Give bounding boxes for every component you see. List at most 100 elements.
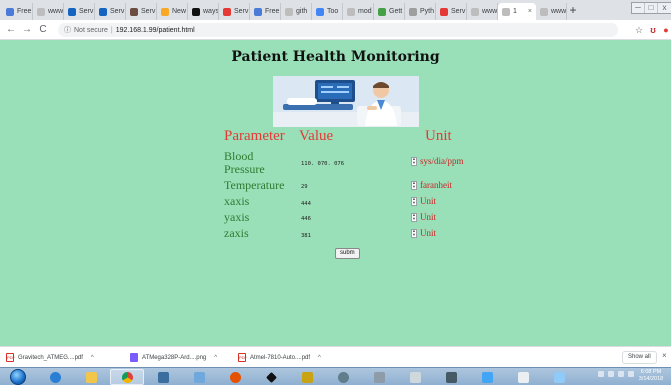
- tray-arrow-icon[interactable]: [598, 371, 604, 377]
- tab-favicon-icon: [409, 7, 417, 16]
- app-icon: [445, 371, 457, 383]
- browser-tab[interactable]: Free: [2, 3, 33, 20]
- browser-tab[interactable]: gith: [281, 3, 312, 20]
- extension-icon[interactable]: ʊ: [646, 23, 660, 37]
- pdf-icon: PDF: [238, 353, 247, 362]
- taskbar-app-10[interactable]: [470, 369, 504, 385]
- tab-favicon-icon: [37, 7, 45, 16]
- back-button[interactable]: ←: [4, 23, 18, 37]
- show-all-button[interactable]: Show all: [622, 351, 657, 364]
- submit-button[interactable]: subm: [335, 248, 360, 259]
- close-tab-icon[interactable]: ×: [528, 8, 532, 15]
- clock[interactable]: 6:08 PM 3/14/2018: [636, 369, 666, 383]
- tab-favicon-icon: [254, 7, 262, 16]
- tab-label: Too: [327, 8, 339, 15]
- browser-tab[interactable]: 1 ×: [498, 3, 536, 20]
- volume-icon[interactable]: [618, 371, 624, 377]
- taskbar-app-1[interactable]: [146, 369, 180, 385]
- download-item[interactable]: PDF Atmel-7810-Auto....pdf ^: [238, 351, 321, 364]
- tab-favicon-icon: [316, 7, 324, 16]
- browser-tab[interactable]: New: [157, 3, 188, 20]
- unit-label: Unit: [420, 228, 437, 238]
- forward-button[interactable]: →: [20, 23, 34, 37]
- page-content: Patient Health Monitoring Parameter Valu…: [0, 40, 671, 346]
- tab-label: Serv: [234, 8, 249, 15]
- browser-tab[interactable]: Serv: [436, 3, 467, 20]
- taskbar-app-4[interactable]: [254, 369, 288, 385]
- close-icon[interactable]: ×: [662, 351, 667, 360]
- tab-favicon-icon: [130, 7, 138, 16]
- browser-tab[interactable]: mod: [343, 3, 374, 20]
- bookmark-star-icon[interactable]: ☆: [632, 23, 646, 37]
- chevron-up-icon[interactable]: ^: [314, 355, 321, 361]
- row-label-blood-pressure: Blood Pressure: [224, 149, 265, 176]
- app-icon: [517, 371, 529, 383]
- tab-label: Serv: [451, 8, 466, 15]
- row-label-yaxis: yaxis: [224, 210, 250, 224]
- unit-spinner[interactable]: ▲ ▼: [411, 228, 417, 238]
- address-bar[interactable]: ⓘ Not secure | 192.168.1.99/patient.html: [58, 23, 618, 37]
- browser-tab[interactable]: Serv: [219, 3, 250, 20]
- taskbar-app-7[interactable]: [362, 369, 396, 385]
- minimize-button[interactable]: ─: [632, 3, 645, 13]
- network-icon[interactable]: [608, 371, 614, 377]
- chevron-up-icon[interactable]: ^: [210, 355, 217, 361]
- unit-spinner[interactable]: ▲ ▼: [411, 180, 417, 190]
- tab-label: Serv: [141, 8, 156, 15]
- browser-tab[interactable]: Serv: [95, 3, 126, 20]
- browser-tab[interactable]: www: [536, 3, 567, 20]
- header-unit: Unit: [425, 128, 452, 144]
- taskbar-app-9[interactable]: [434, 369, 468, 385]
- taskbar-app-12[interactable]: [542, 369, 576, 385]
- taskbar-app-8[interactable]: [398, 369, 432, 385]
- browser-tab[interactable]: Pyth: [405, 3, 436, 20]
- taskbar-chrome[interactable]: [110, 369, 144, 385]
- profile-icon[interactable]: ●: [659, 23, 671, 37]
- tab-label: 1: [513, 8, 517, 15]
- app-icon: [265, 371, 277, 383]
- browser-tab[interactable]: Serv: [126, 3, 157, 20]
- unit-label: sys/dia/ppm: [420, 156, 464, 166]
- reload-button[interactable]: C: [36, 23, 50, 37]
- system-tray: [598, 371, 634, 377]
- chevron-up-icon[interactable]: ^: [87, 355, 94, 361]
- browser-tab[interactable]: Free: [250, 3, 281, 20]
- browser-tab[interactable]: Too: [312, 3, 343, 20]
- tab-favicon-icon: [502, 7, 510, 16]
- browser-tab[interactable]: Serv: [64, 3, 95, 20]
- tab-label: Free: [17, 8, 32, 15]
- taskbar-app-11[interactable]: [506, 369, 540, 385]
- row-unit-temperature: ▲ ▼ faranheit: [411, 180, 452, 190]
- browser-tab[interactable]: www: [467, 3, 498, 20]
- close-window-button[interactable]: x: [658, 3, 671, 13]
- doctor-illustration: [273, 76, 419, 127]
- flag-icon[interactable]: [628, 371, 634, 377]
- taskbar-ie[interactable]: [38, 369, 72, 385]
- info-icon[interactable]: ⓘ: [64, 25, 71, 35]
- unit-spinner[interactable]: ▲ ▼: [411, 196, 417, 206]
- taskbar-app-5[interactable]: [290, 369, 324, 385]
- new-tab-button[interactable]: +: [566, 3, 580, 17]
- ie-icon: [49, 371, 61, 383]
- tab-favicon-icon: [192, 7, 200, 16]
- taskbar-app-3[interactable]: [218, 369, 252, 385]
- download-item[interactable]: ATMega328P-Ard....png ^: [130, 351, 217, 364]
- taskbar-app-2[interactable]: [182, 369, 216, 385]
- tab-label: www: [482, 8, 498, 15]
- download-item[interactable]: PDF Gravitech_ATMEG....pdf ^: [6, 351, 94, 364]
- unit-spinner[interactable]: ▲ ▼: [411, 212, 417, 222]
- download-filename: Gravitech_ATMEG....pdf: [18, 354, 83, 361]
- app-icon: [553, 371, 565, 383]
- tab-label: www: [48, 8, 64, 15]
- browser-tab[interactable]: ways: [188, 3, 219, 20]
- row-unit-zaxis: ▲ ▼ Unit: [411, 228, 436, 238]
- browser-tab[interactable]: www: [33, 3, 64, 20]
- taskbar-explorer[interactable]: [74, 369, 108, 385]
- browser-tab[interactable]: Gett: [374, 3, 405, 20]
- maximize-button[interactable]: □: [645, 3, 658, 13]
- start-button[interactable]: [10, 369, 26, 385]
- row-unit-blood-pressure: ▲ ▼ sys/dia/ppm: [411, 156, 464, 166]
- unit-spinner[interactable]: ▲ ▼: [411, 156, 417, 166]
- clock-time: 6:08 PM: [640, 369, 662, 375]
- taskbar-app-6[interactable]: [326, 369, 360, 385]
